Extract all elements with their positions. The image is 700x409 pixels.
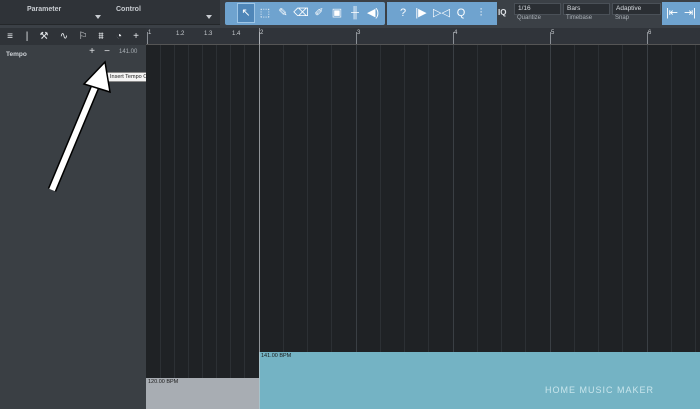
wrench-icon[interactable]: ⚒ [37, 29, 51, 44]
playhead-line[interactable] [259, 28, 260, 409]
speaker-tool-icon[interactable]: ◀) [365, 4, 381, 22]
tempo-marker-icon[interactable]: ⩩ [94, 29, 108, 44]
tempo-segment-1[interactable]: 120.00 BPM [146, 378, 259, 409]
tempo-track-lane[interactable]: 120.00 BPM 141.00 BPM [146, 45, 700, 409]
eraser-tool-icon[interactable]: ⌫ [293, 4, 309, 22]
add-icon[interactable]: + [129, 29, 143, 44]
ruler-tick: 6 [648, 30, 652, 36]
play-marker-icon[interactable]: |▶ [413, 4, 429, 22]
tempo-segment-2[interactable]: 141.00 BPM [259, 352, 700, 409]
ruler-tick: 5 [551, 30, 555, 36]
menu-icon[interactable]: ≡ [3, 29, 17, 44]
ruler-tick: 4 [454, 30, 458, 36]
ruler-tick: 3 [357, 30, 361, 36]
clock-icon[interactable]: ◔ [112, 29, 126, 44]
tempo-value: 141.00 [119, 49, 138, 55]
tempo-track-label: Tempo [6, 51, 27, 58]
ruler-tick: 1.3 [204, 31, 213, 37]
help-icon[interactable]: ? [395, 4, 411, 22]
tempo-segment-label: 120.00 BPM [148, 379, 179, 385]
step-icon[interactable]: ▷◁ [433, 4, 450, 22]
control-dropdown-icon[interactable] [206, 15, 212, 19]
tempo-segment-label: 141.00 BPM [261, 353, 292, 359]
split-tool-icon[interactable]: ╫ [347, 4, 363, 22]
ruler-tick: 1.4 [232, 31, 241, 37]
range-tool-icon[interactable]: ⬚ [257, 4, 273, 22]
track-tools-bar: ≡ | ⚒ ∿ ⚐ ⩩ ◔ + [0, 28, 146, 45]
bend-tool-icon[interactable]: ▣ [329, 4, 345, 22]
curve-icon[interactable]: ∿ [57, 29, 71, 44]
quantize-select[interactable]: 1/16 [514, 3, 561, 15]
parameter-dropdown-icon[interactable] [95, 15, 101, 19]
paint-tool-icon[interactable]: ✐ [311, 4, 327, 22]
expand-left-icon[interactable]: |⇤ [664, 4, 680, 22]
remove-tempo-button[interactable]: − [102, 46, 112, 58]
annotation-arrow-icon [47, 60, 111, 192]
view-toggle-group: |⇤ ⇥| [662, 2, 700, 25]
quantize-label: Quantize [517, 15, 542, 21]
iq-button[interactable]: IQ [498, 8, 506, 17]
control-label: Control [116, 6, 141, 13]
snap-select[interactable]: Adaptive [612, 3, 661, 15]
timebase-label: Timebase [566, 15, 593, 21]
snap-label: Snap [615, 15, 630, 21]
ruler-tick: 1.2 [176, 31, 185, 37]
cursor-line-icon[interactable]: | [20, 29, 34, 44]
watermark-text: HOME MUSIC MAKER [545, 385, 655, 395]
edit-tools-group: ↖ ⬚ ✎ ⌫ ✐ ▣ ╫ ◀) [225, 2, 385, 25]
flag-icon[interactable]: ⚐ [76, 29, 90, 44]
parameter-label: Parameter [27, 6, 62, 13]
timeline-ruler[interactable]: 1 1.2 1.3 1.4 2 3 4 5 6 [146, 28, 700, 45]
insert-tempo-button[interactable]: + [87, 46, 97, 58]
ruler-tick: 1 [148, 30, 152, 36]
ruler-tick: 2 [260, 30, 264, 36]
pencil-tool-icon[interactable]: ✎ [275, 4, 291, 22]
arrow-tool-icon[interactable]: ↖ [237, 3, 255, 23]
expand-right-icon[interactable]: ⇥| [682, 4, 698, 22]
listen-tools-group: ? |▶ ▷◁ Q ⫶ [387, 2, 497, 25]
quantize-icon[interactable]: Q [453, 4, 469, 22]
snap-icon[interactable]: ⫶ [473, 4, 489, 22]
timebase-select[interactable]: Bars [563, 3, 610, 15]
